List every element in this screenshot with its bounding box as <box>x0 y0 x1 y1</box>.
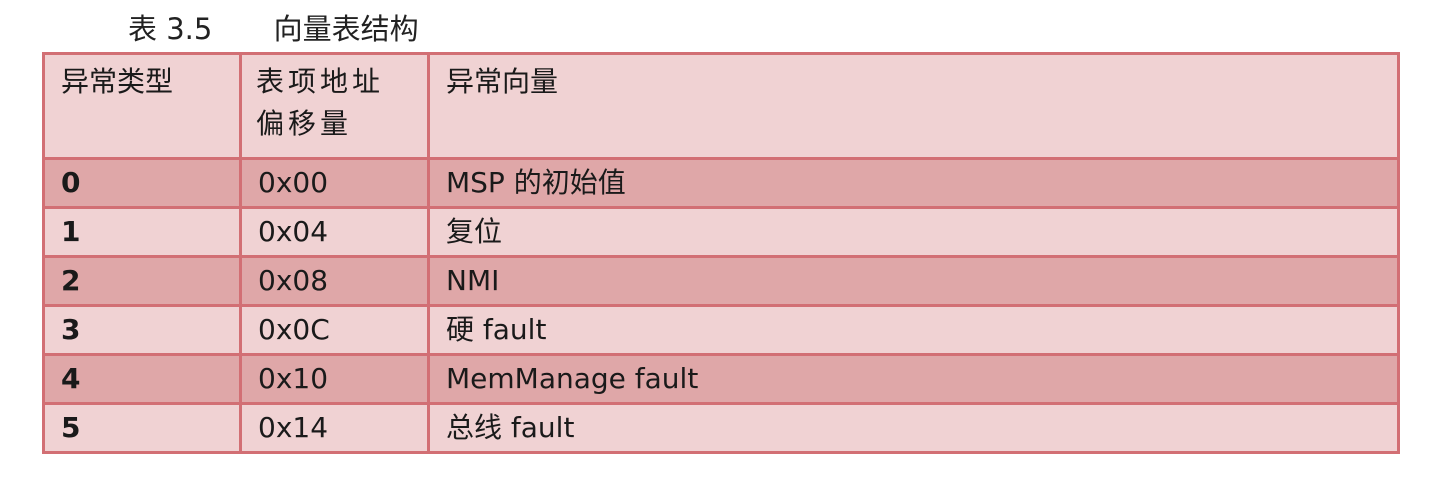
cell-type: 0 <box>42 157 242 209</box>
cell-offset: 0x00 <box>239 157 430 209</box>
cell-offset: 0x0C <box>239 304 430 356</box>
table-row: 3 0x0C 硬 fault <box>42 304 1400 356</box>
cell-offset: 0x10 <box>239 353 430 405</box>
table-row: 0 0x00 MSP 的初始值 <box>42 157 1400 209</box>
cell-vector: MemManage fault <box>427 353 1400 405</box>
cell-type: 5 <box>42 402 242 454</box>
cell-vector: 复位 <box>427 206 1400 258</box>
caption-label: 表 3.5 <box>128 12 213 46</box>
header-exception-vector: 异常向量 <box>427 52 1400 160</box>
cell-type: 2 <box>42 255 242 307</box>
vector-table: 异常类型 表项地址偏移量 异常向量 0 0x00 MSP 的初始值 1 0x04… <box>42 52 1400 454</box>
cell-offset: 0x14 <box>239 402 430 454</box>
table-header-row: 异常类型 表项地址偏移量 异常向量 <box>42 52 1400 160</box>
cell-vector: 硬 fault <box>427 304 1400 356</box>
cell-vector: 总线 fault <box>427 402 1400 454</box>
table-row: 4 0x10 MemManage fault <box>42 353 1400 405</box>
cell-offset: 0x08 <box>239 255 430 307</box>
table-row: 5 0x14 总线 fault <box>42 402 1400 454</box>
table-caption: 表 3.5 向量表结构 <box>128 8 419 50</box>
header-exception-type: 异常类型 <box>42 52 242 160</box>
cell-vector: NMI <box>427 255 1400 307</box>
table-row: 2 0x08 NMI <box>42 255 1400 307</box>
cell-offset: 0x04 <box>239 206 430 258</box>
table-row: 1 0x04 复位 <box>42 206 1400 258</box>
cell-type: 3 <box>42 304 242 356</box>
cell-type: 4 <box>42 353 242 405</box>
cell-type: 1 <box>42 206 242 258</box>
caption-title: 向量表结构 <box>273 12 419 46</box>
header-entry-offset: 表项地址偏移量 <box>239 52 430 160</box>
cell-vector: MSP 的初始值 <box>427 157 1400 209</box>
